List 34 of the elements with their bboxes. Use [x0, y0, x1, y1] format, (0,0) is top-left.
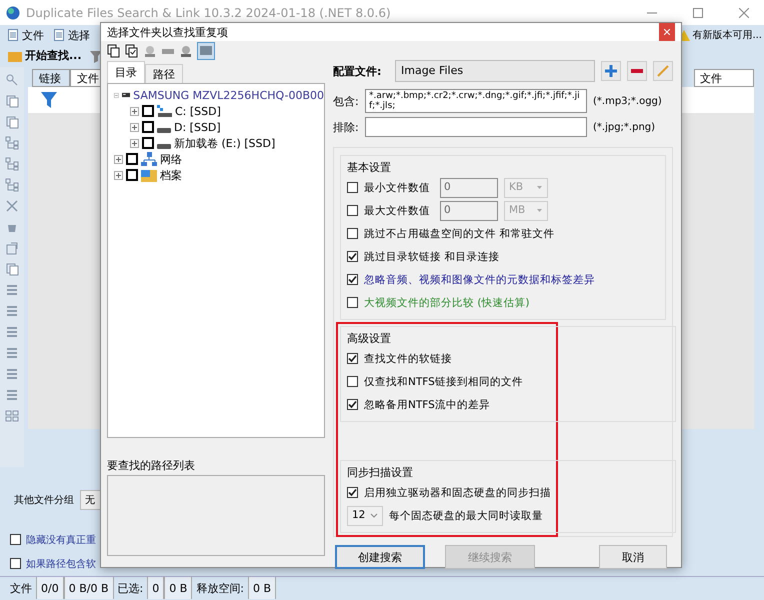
exclude-hint: (*.jpg;*.png): [593, 122, 656, 132]
option-label: 仅查找和NTFS链接到相同的文件: [364, 374, 523, 388]
option-label: 隐藏没有真正重: [26, 534, 96, 547]
option-label: 如果路径包含软: [26, 558, 96, 571]
column-header: 文件: [694, 68, 754, 87]
group-title: 高级设置: [347, 331, 392, 347]
exclude-label: 排除:: [333, 120, 359, 134]
option-label: 忽略备用NTFS流中的差异: [364, 398, 490, 412]
option-label: 启用独立驱动器和固态硬盘的同步扫描: [364, 486, 551, 500]
status-value: 0 B: [164, 577, 192, 600]
option-label: 跳过目录软链接 和目录连接: [364, 250, 500, 264]
status-value: 0 B/0 B: [64, 577, 114, 600]
group-title: 基本设置: [347, 160, 392, 176]
group-title: 同步扫描设置: [347, 465, 414, 481]
status-value: 0/0: [36, 577, 64, 600]
option-label: 最大文件数值: [364, 204, 430, 218]
include-label: 包含:: [333, 94, 359, 108]
profile-label: 配置文件:: [333, 64, 382, 78]
option-label: 大视频文件的部分比较 (快速估算): [364, 296, 530, 310]
dialog-title: 选择文件夹以查找重复项: [107, 24, 229, 40]
group-label: 其他文件分组: [14, 494, 74, 507]
option-label: 忽略音频、视频和图像文件的元数据和标签差异: [364, 272, 595, 286]
option-label: 查找文件的软链接: [364, 352, 452, 366]
status-label: 释放空间:: [195, 580, 245, 597]
status-value: 0: [147, 577, 164, 600]
option-label: 每个固态硬盘的最大同时读取量: [389, 508, 543, 522]
option-label: 跳过不占用磁盘空间的文件 和常驻文件: [364, 226, 554, 240]
status-label: 已选:: [116, 580, 144, 597]
path-list-label: 要查找的路径列表: [107, 458, 196, 473]
status-value: 0 B: [248, 577, 276, 600]
option-label: 最小文件数值: [364, 180, 430, 194]
include-hint: (*.mp3;*.ogg): [593, 96, 662, 106]
window-title: Duplicate Files Search & Link 10.3.2 2024-01-18 (.NET 8.0.6): [26, 6, 392, 20]
status-label: 文件: [9, 580, 33, 597]
